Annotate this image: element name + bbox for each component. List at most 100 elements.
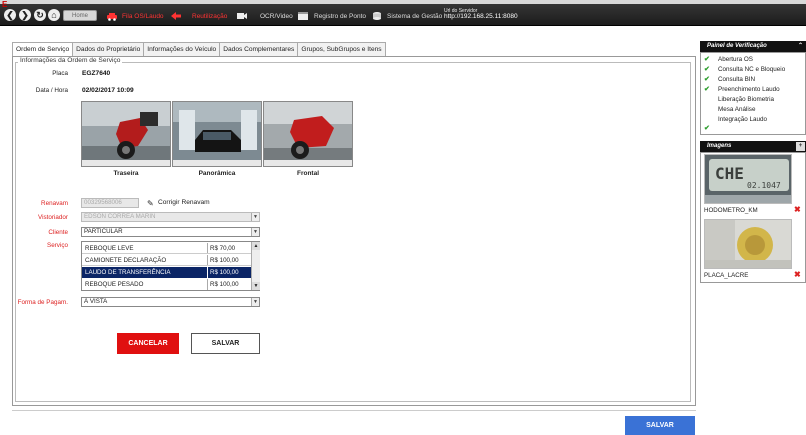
vistoriador-label: Vistoriador [38, 214, 68, 221]
scrollbar[interactable]: ▲ ▼ [251, 242, 260, 290]
column-divider [207, 267, 208, 278]
cliente-select[interactable]: PARTICULAR ▼ [81, 227, 260, 237]
photo-panoramica[interactable] [172, 101, 262, 167]
motorcycle-front-image [264, 102, 352, 166]
tab-informacoes-veiculo[interactable]: Informações do Veículo [143, 42, 221, 56]
list-item[interactable]: REBOQUE LEVE R$ 70,00 [82, 243, 251, 254]
car-icon [107, 13, 117, 21]
photo-caption-traseira: Traseira [113, 170, 139, 177]
servico-name: LAUDO DE TRANSFERÊNCIA [85, 269, 171, 276]
odometer-thumbnail[interactable]: CHE 02.1047 [704, 154, 792, 204]
pagamento-label: Forma de Pagam. [17, 299, 68, 306]
pagamento-select[interactable]: À VISTA ▼ [81, 297, 260, 307]
servico-price: R$ 100,00 [210, 281, 239, 288]
form-tabs: Ordem de Serviço Dados do Proprietário I… [12, 42, 386, 57]
renavam-field[interactable]: 00329568006 [81, 198, 139, 208]
back-icon[interactable]: ❮ [4, 9, 16, 21]
collapse-icon[interactable]: ⌃ [798, 41, 803, 52]
delete-icon[interactable]: ✖ [794, 270, 801, 279]
datahora-value: 02/02/2017 10:09 [82, 87, 134, 94]
server-info: Url do Servidor http://192.168.25.11:808… [444, 8, 518, 20]
verification-panel-title: Painel de Verificação [707, 43, 767, 49]
database-icon [373, 12, 381, 20]
plate-seal-image [705, 220, 791, 268]
tab-dados-complementares[interactable]: Dados Complementares [219, 42, 299, 56]
list-item[interactable]: REBOQUE PESADO R$ 100,00 [82, 279, 251, 290]
video-camera-icon [237, 13, 247, 19]
servico-name: REBOQUE LEVE [85, 245, 134, 252]
list-item[interactable]: CAMIONETE DECLARAÇÃO R$ 100,00 [82, 255, 251, 266]
vistoriador-value: EDSON CORREA MARIN [84, 213, 156, 220]
check-item-label: Abertura OS [718, 56, 753, 63]
ocr-video-menu[interactable]: OCR/Video [260, 12, 293, 21]
calendar-icon [298, 12, 308, 20]
photo-frontal[interactable] [263, 101, 353, 167]
odometer-display: CHE [715, 164, 744, 183]
reutilizacao-menu[interactable]: Reutilização [192, 12, 227, 21]
servico-price: R$ 70,00 [210, 245, 236, 252]
row-divider [82, 265, 251, 266]
list-item-selected[interactable]: LAUDO DE TRANSFERÊNCIA R$ 100,00 [82, 267, 251, 278]
odometer-image: CHE 02.1047 [705, 155, 791, 203]
delete-icon[interactable]: ✖ [794, 205, 801, 214]
divider [12, 410, 696, 411]
row-divider [82, 253, 251, 254]
plate-thumbnail[interactable] [704, 219, 792, 269]
placa-label: Placa [52, 70, 68, 77]
save-button[interactable]: SALVAR [191, 333, 260, 354]
check-item-label: Consulta NC e Bloqueio [718, 66, 786, 73]
chevron-down-icon[interactable]: ▼ [251, 298, 259, 306]
panoramic-car-image [173, 102, 261, 166]
check-item-label: Preenchimento Laudo [718, 86, 780, 93]
servico-label: Serviço [47, 242, 68, 249]
check-icon: ✔ [704, 66, 710, 73]
forward-icon[interactable]: ❯ [19, 9, 31, 21]
fila-os-laudo-menu[interactable]: Fila OS/Laudo [122, 12, 164, 21]
tab-grupos-subgrupos[interactable]: Grupos, SubGrupos e Itens [297, 42, 386, 56]
refresh-icon[interactable]: ↻ [34, 9, 46, 21]
servico-name: REBOQUE PESADO [85, 281, 144, 288]
main-save-button[interactable]: SALVAR [625, 416, 695, 435]
servico-name: CAMIONETE DECLARAÇÃO [85, 257, 167, 264]
servico-price: R$ 100,00 [210, 257, 239, 264]
scroll-down-icon[interactable]: ▼ [252, 282, 260, 290]
home-icon[interactable]: ⌂ [48, 9, 60, 21]
image-label: HODOMETRO_KM [704, 207, 758, 214]
image-label: PLACA_LACRE [704, 272, 749, 279]
motorcycle-rear-image [82, 102, 170, 166]
check-item-label: Consulta BIN [718, 76, 756, 83]
vistoriador-select[interactable]: EDSON CORREA MARIN ▼ [81, 212, 260, 222]
placa-value: EGZ7640 [82, 70, 111, 77]
verification-panel-header: Painel de Verificação ⌃ [700, 41, 806, 52]
check-icon: ✔ [704, 86, 710, 93]
cliente-value: PARTICULAR [84, 228, 123, 235]
renavam-label: Renavam [41, 200, 68, 207]
tab-dados-proprietario[interactable]: Dados do Proprietário [72, 42, 145, 56]
add-image-icon[interactable]: + [796, 142, 805, 151]
check-icon: ✔ [704, 125, 710, 132]
check-item-label: Mesa Análise [718, 106, 756, 113]
home-button[interactable]: Home [63, 10, 97, 21]
server-url: http://192.168.25.11:8080 [444, 13, 518, 20]
photo-caption-panoramica: Panorâmica [198, 170, 236, 177]
corrigir-renavam-link[interactable]: Corrigir Renavam [158, 199, 210, 206]
registro-ponto-menu[interactable]: Registro de Ponto [314, 12, 366, 21]
images-panel-header: Imagens + [700, 141, 806, 152]
servico-price: R$ 100,00 [210, 269, 239, 276]
window-titlebar [0, 0, 806, 4]
pencil-icon[interactable]: ✎ [147, 199, 154, 208]
photo-caption-frontal: Frontal [296, 170, 320, 177]
images-panel-title: Imagens [707, 143, 732, 149]
photo-traseira[interactable] [81, 101, 171, 167]
check-icon: ✔ [704, 76, 710, 83]
datahora-label: Data / Hora [35, 87, 68, 94]
check-item-label: Integração Laudo [718, 116, 768, 123]
servico-list[interactable]: REBOQUE LEVE R$ 70,00 CAMIONETE DECLARAÇ… [81, 241, 260, 291]
chevron-down-icon[interactable]: ▼ [251, 213, 259, 221]
tab-ordem-servico[interactable]: Ordem de Serviço [12, 42, 74, 57]
sistema-gestao-menu[interactable]: Sistema de Gestão [387, 12, 442, 21]
chevron-down-icon[interactable]: ▼ [251, 228, 259, 236]
cancel-button[interactable]: CANCELAR [117, 333, 179, 354]
arrow-back-icon [171, 12, 181, 20]
scroll-up-icon[interactable]: ▲ [252, 242, 260, 250]
